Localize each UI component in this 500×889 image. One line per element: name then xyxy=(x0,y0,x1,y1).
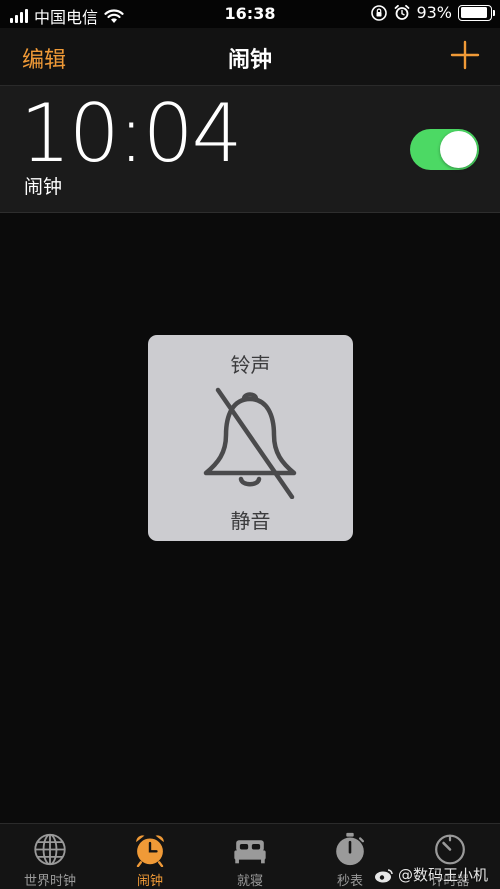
ringer-hud: 铃声 静音 xyxy=(148,335,353,541)
orientation-lock-icon xyxy=(371,4,388,21)
bed-icon xyxy=(234,840,266,864)
add-alarm-button[interactable] xyxy=(450,40,480,70)
status-right: 93% xyxy=(370,3,495,22)
bell-slash-icon xyxy=(203,387,297,499)
page-title: 闹钟 xyxy=(227,48,272,73)
alarm-status-icon xyxy=(395,4,410,20)
status-bar: 中国电信 16:38 93% xyxy=(0,0,500,28)
stopwatch-icon xyxy=(336,832,365,866)
alarm-time: 10:04 xyxy=(20,87,243,180)
tab-bedtime[interactable]: 就寝 xyxy=(200,824,300,889)
hud-title: 铃声 xyxy=(230,353,271,377)
watermark: @数码王小机 xyxy=(374,864,488,885)
alarm-clock-icon xyxy=(136,835,164,867)
timer-icon xyxy=(435,834,465,865)
battery-percent: 93% xyxy=(416,3,452,22)
globe-icon xyxy=(34,833,66,866)
watermark-text: @数码王小机 xyxy=(397,866,488,884)
battery-icon xyxy=(458,4,495,21)
toggle-knob xyxy=(440,131,477,168)
tab-alarm[interactable]: 闹钟 xyxy=(100,824,200,889)
navigation-bar: 编辑 闹钟 xyxy=(0,28,500,86)
alarm-list-item[interactable]: 10:04 闹钟 xyxy=(0,86,500,213)
tab-label: 世界时钟 xyxy=(23,874,76,889)
battery-fill xyxy=(460,7,488,18)
tab-world-clock[interactable]: 世界时钟 xyxy=(0,824,100,889)
tab-label: 秒表 xyxy=(336,874,363,889)
hud-status: 静音 xyxy=(230,509,271,533)
tab-label: 就寝 xyxy=(236,874,263,889)
alarm-label: 闹钟 xyxy=(24,176,63,198)
alarm-toggle[interactable] xyxy=(410,129,479,170)
weibo-logo-icon xyxy=(374,868,393,882)
tab-label: 闹钟 xyxy=(136,874,163,889)
